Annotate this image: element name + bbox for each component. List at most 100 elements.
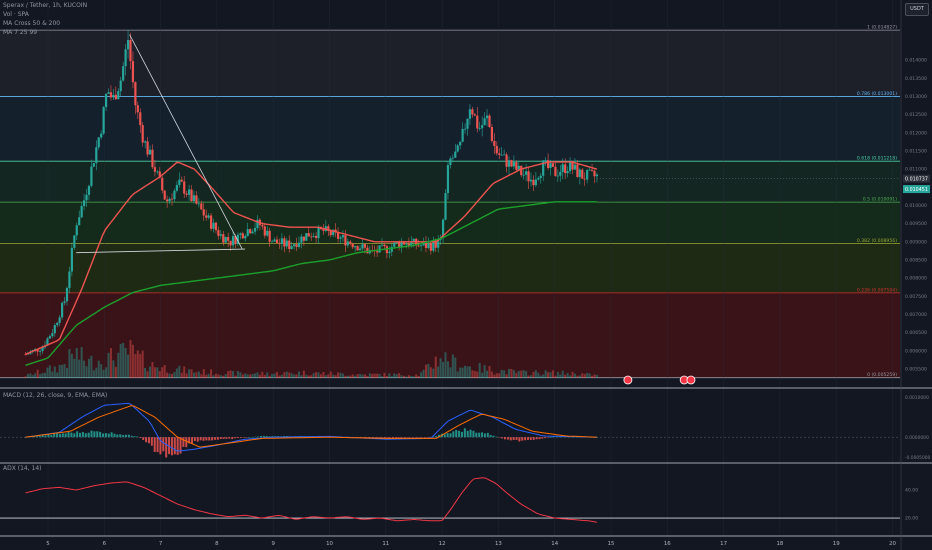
candle-body <box>310 236 313 238</box>
volume-bar <box>398 373 401 378</box>
volume-bar <box>351 374 354 378</box>
candle-body <box>261 225 264 227</box>
macd-histogram-bar <box>498 437 501 438</box>
volume-bar <box>341 373 344 378</box>
macd-histogram-bar <box>501 437 504 439</box>
candle-body <box>393 242 396 247</box>
volume-bar <box>319 374 322 378</box>
adx-legend[interactable]: ADX (14, 14) <box>3 465 42 472</box>
volume-bar <box>114 366 117 378</box>
candle-body <box>156 171 159 173</box>
candle-body <box>488 115 491 127</box>
macd-histogram-bar <box>225 437 228 439</box>
time-axis[interactable]: 5 6 7 8 9 10 11 12 13 14 15 16 17 18 19 20 <box>46 541 896 547</box>
time-tick-label: 15 <box>608 541 615 547</box>
volume-bar <box>268 375 271 378</box>
candle-body <box>244 236 247 239</box>
macd-histogram-bar <box>257 436 260 438</box>
macd-histogram-bar <box>403 437 406 438</box>
ma-legend[interactable]: MA 7 25 99 <box>3 29 37 36</box>
volume-bar <box>595 374 598 378</box>
volume-bar <box>508 368 511 378</box>
macd-histogram-bar <box>196 437 199 442</box>
macd-histogram-bar <box>469 429 472 438</box>
fib-band <box>0 96 900 162</box>
volume-bar <box>122 342 125 378</box>
volume-bar <box>505 374 508 378</box>
volume-bar <box>168 373 171 378</box>
macd-histogram-bar <box>529 437 532 440</box>
macd-histogram-bar <box>44 435 47 438</box>
candle-body <box>268 230 271 242</box>
candle-body <box>183 181 186 194</box>
macd-histogram-bar <box>415 437 418 438</box>
candle-body <box>461 128 464 142</box>
volume-legend[interactable]: Vol · SPA <box>3 11 29 18</box>
volume-bar <box>156 367 159 378</box>
candle-body <box>354 246 357 248</box>
volume-bar <box>310 375 313 378</box>
volume-bar <box>561 370 564 378</box>
candle-body <box>263 226 266 236</box>
volume-bar <box>376 373 379 378</box>
volume-bar <box>427 363 430 378</box>
candle-body <box>283 238 286 247</box>
volume-bar <box>498 373 501 378</box>
candle-body <box>253 227 257 232</box>
volume-bar <box>222 375 225 378</box>
macd-histogram-bar <box>150 437 153 446</box>
volume-bar <box>256 372 259 378</box>
prev-price-label: 0.010451 <box>905 187 928 193</box>
candle-body <box>80 205 83 218</box>
time-tick-label: 8 <box>215 541 219 547</box>
symbol-title[interactable]: Sperax / Tether, 1h, KUCOIN <box>3 2 87 9</box>
volume-bar <box>442 361 445 378</box>
volume-bar <box>361 374 364 378</box>
macd-histogram-bar <box>38 435 41 438</box>
macd-histogram-bar <box>96 431 99 438</box>
volume-bar <box>486 370 489 378</box>
macd-histogram-bar <box>127 434 130 438</box>
candle-body <box>293 244 296 247</box>
chart-stage: 1 (0.014827)0.786 (0.013001)0.618 (0.011… <box>0 0 932 550</box>
volume-bar <box>97 360 100 378</box>
macd-histogram-bar <box>472 430 475 438</box>
candle-body <box>473 114 476 116</box>
volume-bar <box>278 375 281 378</box>
macd-histogram-bar <box>400 437 403 438</box>
volume-bar <box>483 365 486 378</box>
candle-body <box>95 147 98 164</box>
volume-bar <box>51 371 54 378</box>
candle-body <box>153 167 157 172</box>
volume-bar <box>420 372 423 378</box>
volume-bar <box>109 348 112 378</box>
volume-bar <box>593 374 596 378</box>
macd-tick-label: 0.0000000 <box>905 435 929 441</box>
volume-bar <box>315 372 318 378</box>
fibonacci-retracement[interactable]: 1 (0.014827)0.786 (0.013001)0.618 (0.011… <box>0 25 900 379</box>
macd-histogram-bar <box>394 437 397 438</box>
volume-bar <box>434 356 437 378</box>
volume-bar <box>258 374 261 378</box>
symbol-legend[interactable]: Sperax / Tether, 1h, KUCOIN <box>3 2 87 9</box>
ma-cross-legend[interactable]: MA Cross 50 & 200 <box>3 20 60 27</box>
macd-histogram-bar <box>102 433 105 438</box>
volume-bar <box>263 374 266 378</box>
volume-bar <box>90 355 93 378</box>
volume-bar <box>34 373 37 378</box>
volume-bar <box>112 360 115 378</box>
candle-body <box>129 40 132 62</box>
volume-bar <box>24 376 27 378</box>
macd-histogram-bar <box>538 437 541 440</box>
candle-body <box>239 233 242 235</box>
quote-currency-badge[interactable]: USDT <box>905 3 929 16</box>
candle-body <box>200 203 203 210</box>
candle-body <box>63 301 66 303</box>
volume-bar <box>146 371 149 378</box>
candle-body <box>537 178 540 180</box>
candle-body <box>561 164 564 172</box>
candle-body <box>192 195 196 202</box>
candle-body <box>578 169 581 177</box>
macd-legend[interactable]: MACD (12, 26, close, 9, EMA, EMA) <box>3 392 107 399</box>
volume-bar <box>273 373 276 378</box>
